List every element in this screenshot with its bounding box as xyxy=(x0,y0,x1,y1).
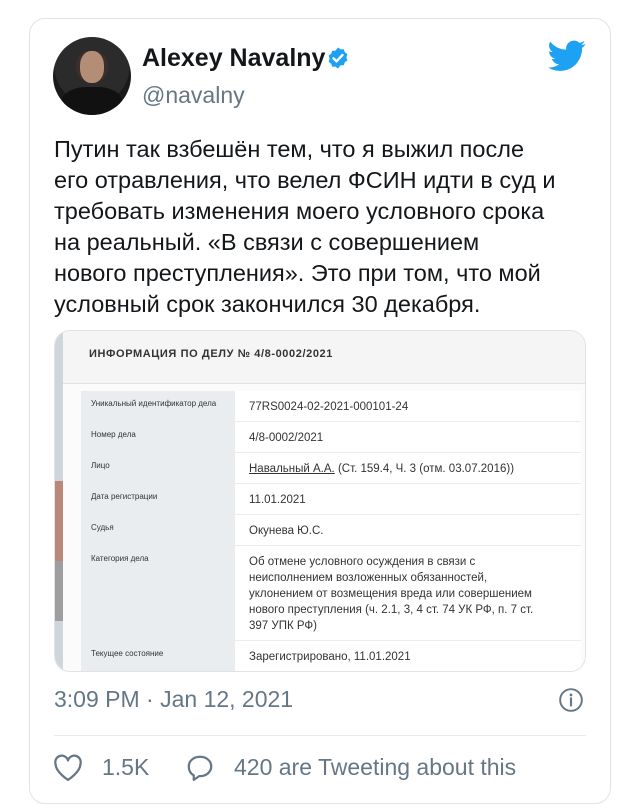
replies-link[interactable]: 420 are Tweeting about this xyxy=(234,754,516,781)
case-info-table: Уникальный идентификатор дела 77RS0024-0… xyxy=(81,391,581,671)
table-row: Лицо Навальный А.А. (Ст. 159.4, Ч. 3 (от… xyxy=(81,453,581,484)
tweet-text: Путин так взбешён тем, что я выжил после… xyxy=(54,134,594,320)
tweet-line: его отравления, что велел ФСИН идти в су… xyxy=(54,167,556,193)
table-row: Судья Окунева Ю.С. xyxy=(81,515,581,546)
tweet-line: на реальный. «В связи с совершением xyxy=(54,229,480,255)
table-row: Категория дела Об отмене условного осужд… xyxy=(81,546,581,641)
row-value: 4/8-0002/2021 xyxy=(235,422,581,452)
image-left-strip xyxy=(55,331,63,671)
row-key: Судья xyxy=(81,515,235,545)
table-row: Текущее состояние Зарегистрировано, 11.0… xyxy=(81,641,581,671)
row-value-rest: (Ст. 159.4, Ч. 3 (отм. 03.07.2016)) xyxy=(334,463,515,475)
twitter-bird-icon[interactable] xyxy=(548,40,586,72)
divider xyxy=(54,735,586,736)
row-value: Зарегистрировано, 11.01.2021 xyxy=(235,641,581,671)
author-handle[interactable]: @navalny xyxy=(142,82,245,109)
tweet-line: Путин так взбешён тем, что я выжил после xyxy=(54,136,525,162)
row-value-line: нового преступления (ч. 2.1, 3, 4 ст. 74… xyxy=(249,604,534,616)
row-value: Навальный А.А. (Ст. 159.4, Ч. 3 (отм. 03… xyxy=(235,453,581,483)
row-value: Об отмене условного осуждения в связи с … xyxy=(235,546,581,640)
row-value-line: Об отмене условного осуждения в связи с xyxy=(249,556,476,568)
info-icon[interactable] xyxy=(558,687,584,713)
reply-bubble-icon[interactable] xyxy=(185,753,215,783)
avatar[interactable] xyxy=(53,37,131,115)
row-value: 11.01.2021 xyxy=(235,484,581,514)
row-key: Дата регистрации xyxy=(81,484,235,514)
author-name[interactable]: Alexey Navalny xyxy=(142,44,325,73)
row-value-line: уклонением от возмещения вреда или совер… xyxy=(249,588,532,600)
row-value-line: неисполнением возложенных обязанностей, xyxy=(249,572,488,584)
row-value-line: 397 УПК РФ) xyxy=(249,620,317,632)
case-info-title: ИНФОРМАЦИЯ ПО ДЕЛУ № 4/8-0002/2021 xyxy=(89,348,333,360)
row-value: 77RS0024-02-2021-000101-24 xyxy=(235,391,581,421)
tweet-image[interactable]: ИНФОРМАЦИЯ ПО ДЕЛУ № 4/8-0002/2021 Уника… xyxy=(54,330,586,672)
tweet-line: условный срок закончился 30 декабря. xyxy=(54,291,481,317)
verified-badge-icon xyxy=(328,47,348,69)
likes-count[interactable]: 1.5K xyxy=(102,754,149,781)
table-row: Номер дела 4/8-0002/2021 xyxy=(81,422,581,453)
case-info-header: ИНФОРМАЦИЯ ПО ДЕЛУ № 4/8-0002/2021 xyxy=(63,331,585,384)
tweet-timestamp[interactable]: 3:09 PM · Jan 12, 2021 xyxy=(54,686,293,713)
row-key: Уникальный идентификатор дела xyxy=(81,391,235,421)
row-key: Лицо xyxy=(81,453,235,483)
row-key: Номер дела xyxy=(81,422,235,452)
heart-icon[interactable] xyxy=(53,754,83,782)
table-row: Уникальный идентификатор дела 77RS0024-0… xyxy=(81,391,581,422)
tweet-line: требовать изменения моего условного срок… xyxy=(54,198,545,224)
person-link[interactable]: Навальный А.А. xyxy=(249,463,335,475)
row-value: Окунева Ю.С. xyxy=(235,515,581,545)
tweet-line: нового преступления». Это при том, что м… xyxy=(54,260,541,286)
table-row: Дата регистрации 11.01.2021 xyxy=(81,484,581,515)
row-key: Категория дела xyxy=(81,546,235,640)
row-key: Текущее состояние xyxy=(81,641,235,671)
